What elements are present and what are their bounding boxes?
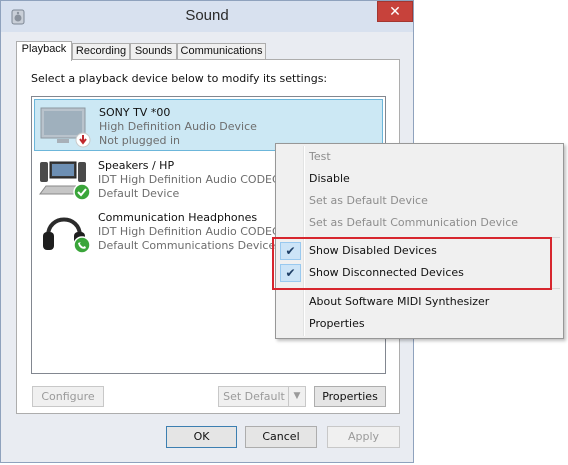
- tab-recording[interactable]: Recording: [72, 43, 130, 60]
- menu-item-label: About Software MIDI Synthesizer: [309, 295, 490, 308]
- speakers-icon: [39, 161, 91, 201]
- title-bar[interactable]: Sound ✕: [1, 1, 413, 32]
- tab-communications[interactable]: Communications: [177, 43, 266, 60]
- menu-item-about-midi-synthesizer[interactable]: About Software MIDI Synthesizer: [278, 291, 561, 313]
- configure-button[interactable]: Configure: [32, 386, 104, 407]
- menu-item-label: Properties: [309, 317, 365, 330]
- apply-button[interactable]: Apply: [327, 426, 400, 448]
- tab-playback[interactable]: Playback: [16, 41, 72, 61]
- device-status: Default Communications Device: [98, 239, 276, 252]
- close-button[interactable]: ✕: [377, 1, 413, 22]
- device-status: Default Device: [98, 187, 180, 200]
- properties-button[interactable]: Properties: [314, 386, 386, 407]
- chevron-down-icon[interactable]: ▼: [288, 387, 305, 406]
- device-name: Communication Headphones: [98, 211, 258, 224]
- cancel-button[interactable]: Cancel: [245, 426, 317, 448]
- annotation-highlight-box: [272, 237, 552, 290]
- headphones-icon: [43, 217, 91, 254]
- device-status: Not plugged in: [99, 134, 181, 147]
- tv-icon: [40, 107, 91, 148]
- device-driver: IDT High Definition Audio CODEC: [98, 173, 280, 186]
- menu-item-set-default-device[interactable]: Set as Default Device: [278, 190, 561, 212]
- menu-item-disable[interactable]: Disable: [278, 168, 561, 190]
- menu-item-test[interactable]: Test: [278, 146, 561, 168]
- set-default-button[interactable]: Set Default ▼: [218, 386, 306, 407]
- menu-item-set-default-communication-device[interactable]: Set as Default Communication Device: [278, 212, 561, 234]
- menu-item-label: Set as Default Device: [309, 194, 428, 207]
- device-name: Speakers / HP: [98, 159, 175, 172]
- ok-button[interactable]: OK: [166, 426, 237, 448]
- device-driver: IDT High Definition Audio CODEC: [98, 225, 280, 238]
- tab-sounds[interactable]: Sounds: [130, 43, 177, 60]
- menu-item-properties[interactable]: Properties: [278, 313, 561, 335]
- device-driver: High Definition Audio Device: [99, 120, 257, 133]
- menu-item-label: Set as Default Communication Device: [309, 216, 519, 229]
- menu-item-label: Disable: [309, 172, 350, 185]
- set-default-label: Set Default: [223, 390, 285, 403]
- window-title: Sound: [185, 7, 229, 24]
- menu-item-label: Test: [309, 150, 331, 163]
- device-name: SONY TV *00: [99, 106, 171, 119]
- instruction-text: Select a playback device below to modify…: [31, 72, 328, 85]
